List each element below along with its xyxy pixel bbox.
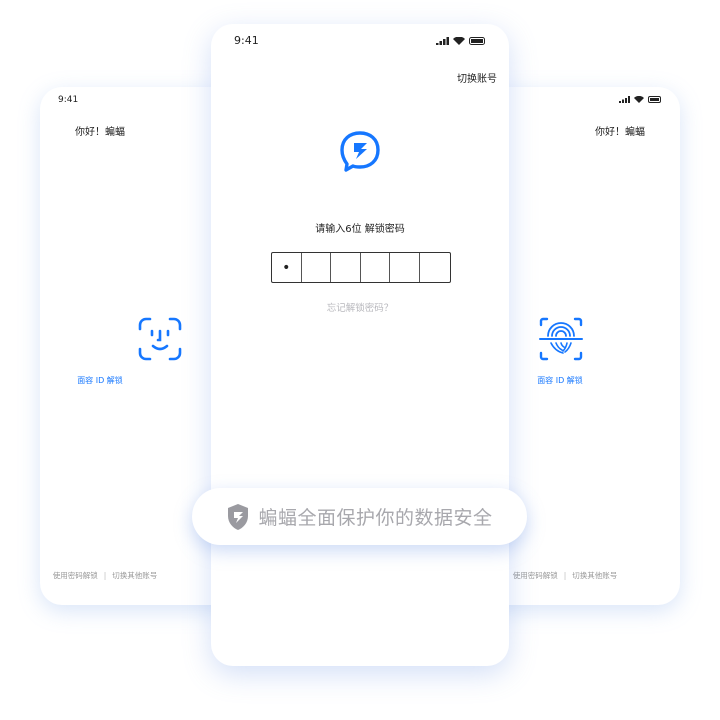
fingerprint-icon[interactable] xyxy=(539,317,583,365)
separator: | xyxy=(103,571,107,580)
battery-icon xyxy=(648,96,661,103)
shield-icon xyxy=(228,503,249,530)
password-unlock-link[interactable]: 使用密码解锁 xyxy=(513,571,558,580)
pin-cell: • xyxy=(272,253,302,282)
center-phone-pin: 9:41 切换账号 请输入6位 解锁密码 • 忘记解锁密码？ xyxy=(211,24,509,666)
app-logo-icon xyxy=(339,130,381,176)
battery-icon xyxy=(469,37,485,45)
greeting: 你好！蝙蝠 xyxy=(75,127,125,138)
pin-input[interactable]: • xyxy=(271,252,451,283)
switch-account-button[interactable]: 切换账号 xyxy=(457,70,497,85)
signal-icon xyxy=(619,96,630,103)
greeting: 你好！蝙蝠 xyxy=(595,127,645,138)
password-unlock-link[interactable]: 使用密码解锁 xyxy=(53,571,98,580)
banner-text: 蝙蝠全面保护你的数据安全 xyxy=(258,507,493,529)
pin-cell xyxy=(361,253,391,282)
security-banner: 蝙蝠全面保护你的数据安全 xyxy=(192,488,527,545)
signal-icon xyxy=(436,37,449,45)
switch-account-link[interactable]: 切换其他账号 xyxy=(112,571,157,580)
status-icons xyxy=(436,37,486,45)
face-id-label[interactable]: 面容 ID 解锁 xyxy=(0,375,200,386)
wifi-icon xyxy=(634,96,644,103)
status-time: 9:41 xyxy=(234,34,259,47)
switch-account-link[interactable]: 切换其他账号 xyxy=(572,571,617,580)
forgot-pin-link[interactable]: 忘记解锁密码？ xyxy=(211,300,509,314)
pin-cell xyxy=(420,253,450,282)
pin-prompt: 请输入6位 解锁密码 xyxy=(315,224,405,235)
separator: | xyxy=(563,571,567,580)
pin-cell xyxy=(331,253,361,282)
wifi-icon xyxy=(453,37,465,45)
pin-cell xyxy=(302,253,332,282)
status-icons xyxy=(619,96,662,103)
pin-cell xyxy=(390,253,420,282)
face-id-icon[interactable] xyxy=(138,317,182,365)
status-time: 9:41 xyxy=(58,95,79,105)
footer-links: 使用密码解锁 | 切换其他账号 xyxy=(5,570,205,581)
